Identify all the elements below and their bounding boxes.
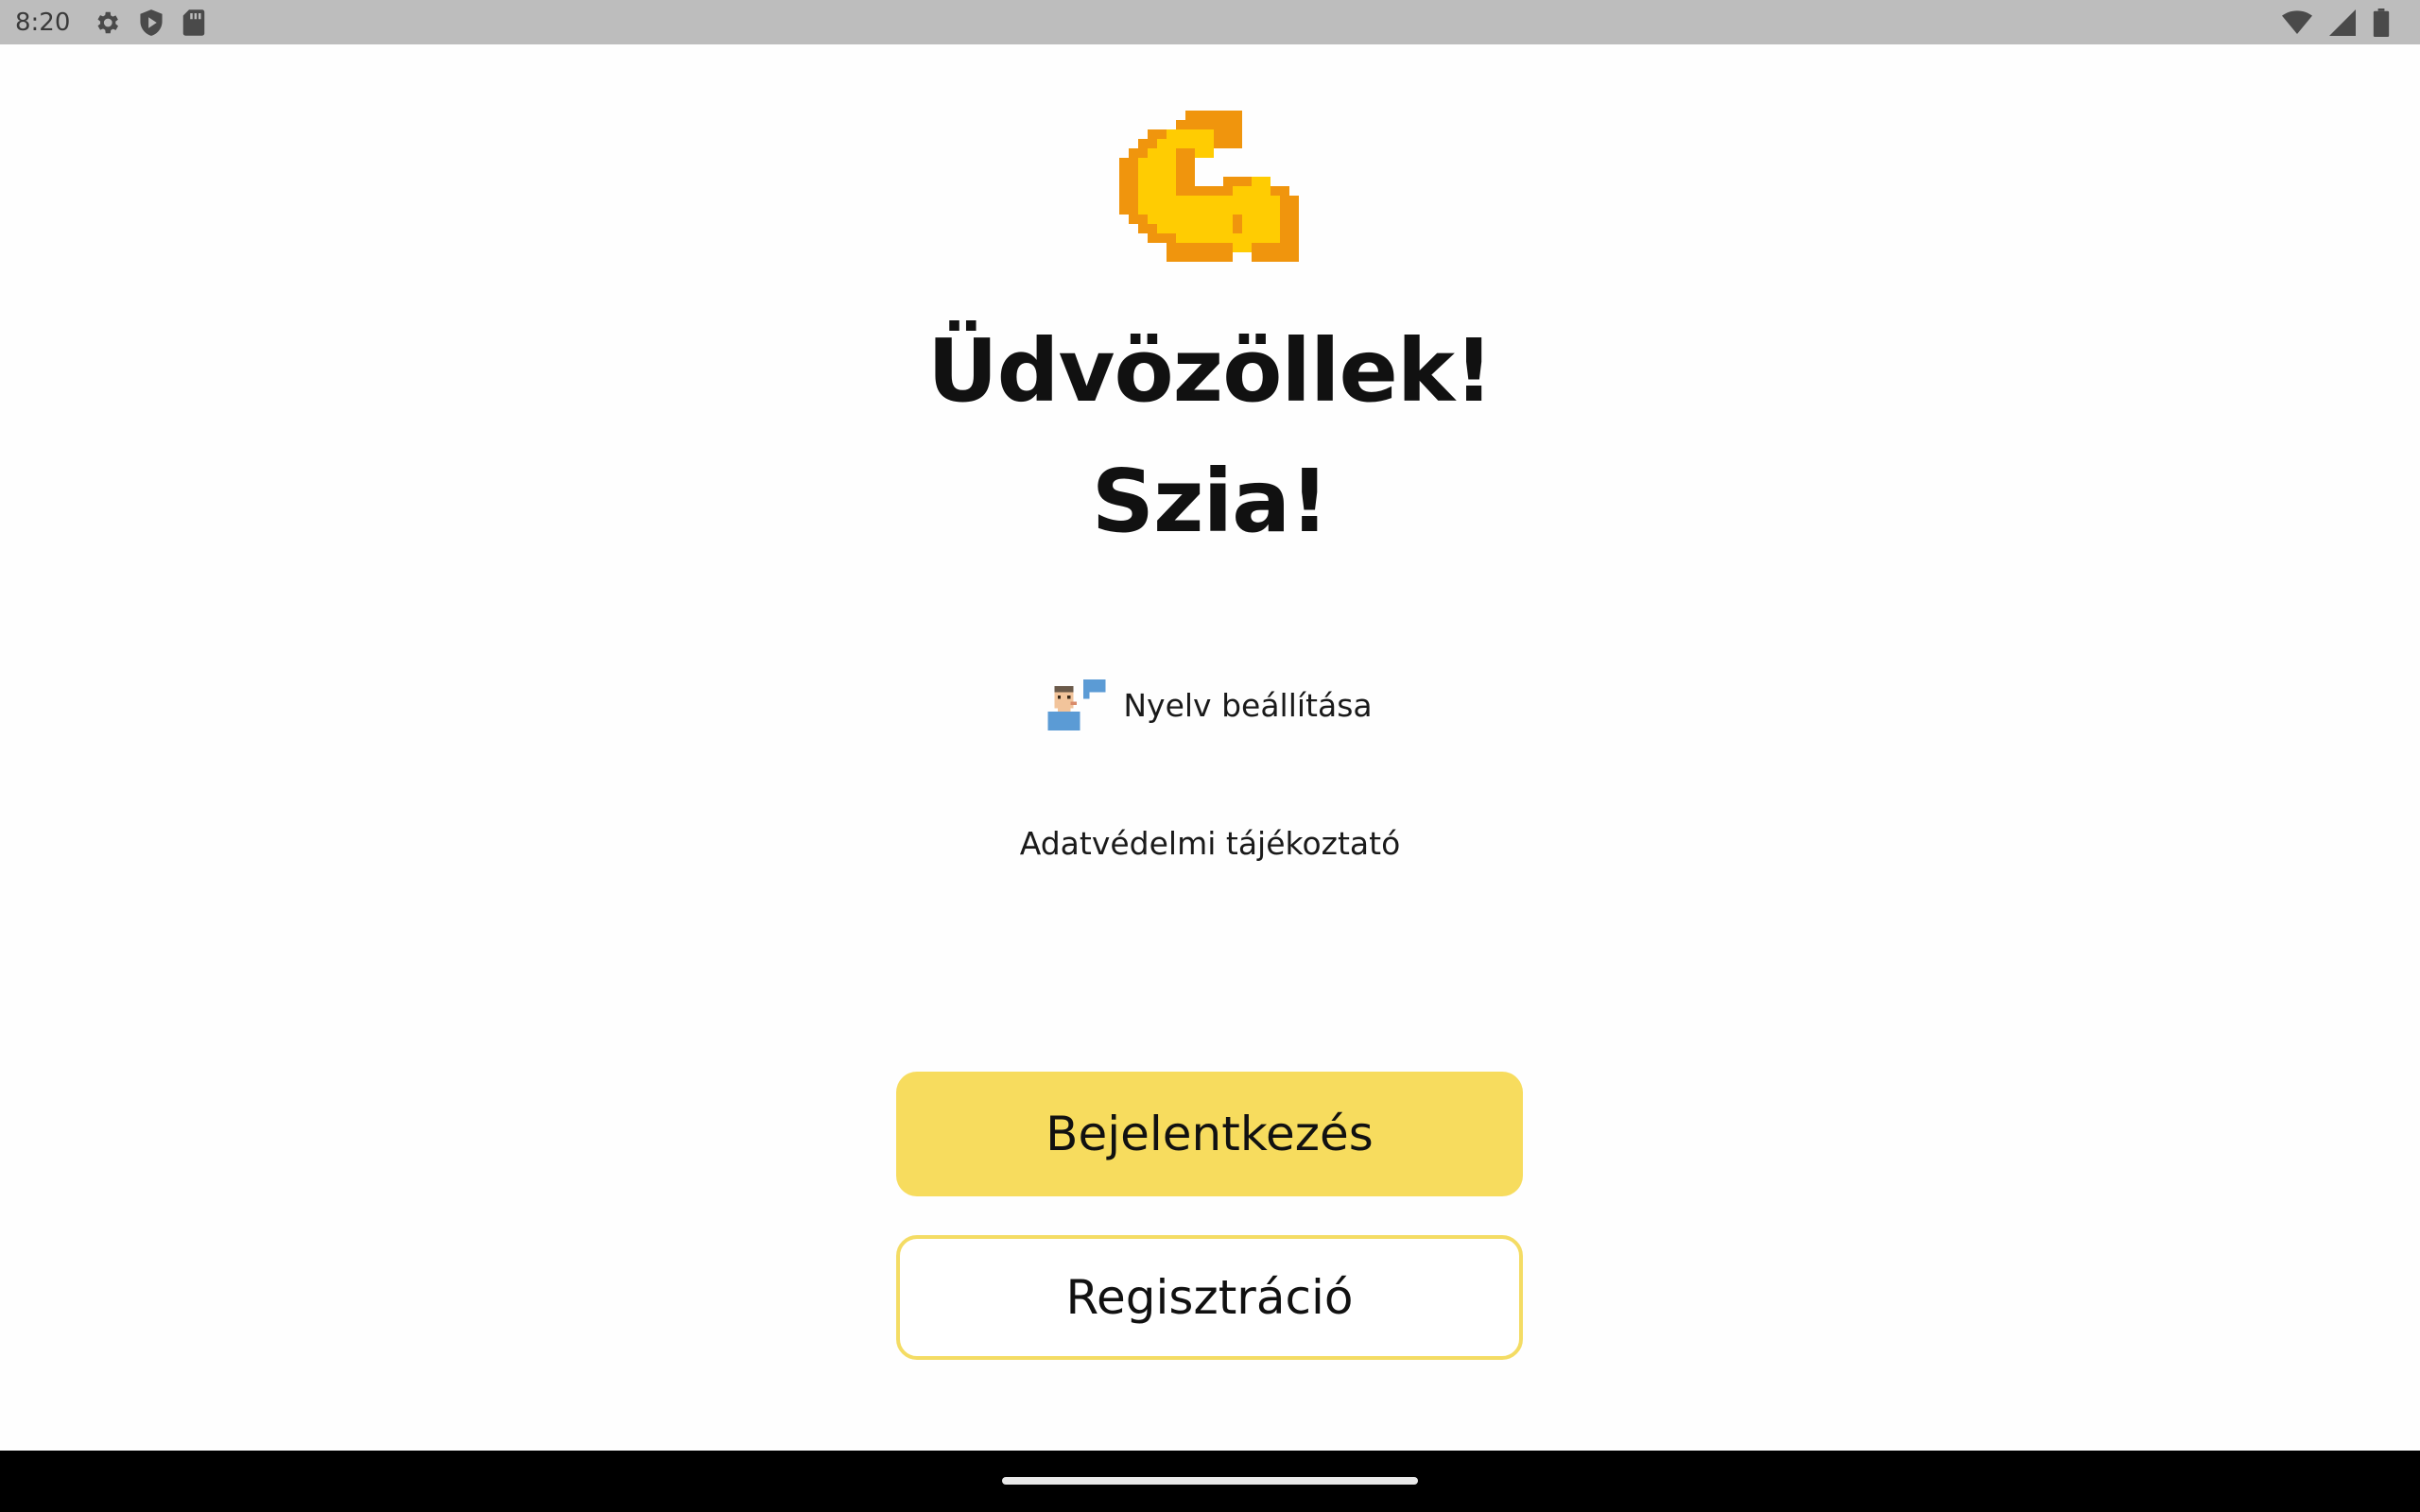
status-time: 8:20: [15, 8, 71, 37]
language-settings-link[interactable]: Nyelv beállítása: [0, 679, 2420, 730]
flexed-biceps-icon: [1119, 111, 1299, 290]
welcome-screen: Üdvözöllek! Szia! Nyelv beállítása Adatv…: [0, 44, 2420, 1451]
wifi-icon: [2282, 9, 2312, 36]
status-bar-left: 8:20: [15, 9, 206, 37]
greeting-subtitle: Szia!: [1091, 451, 1329, 552]
language-settings-label: Nyelv beállítása: [1123, 686, 1373, 724]
status-bar: 8:20: [0, 0, 2420, 44]
shield-play-icon: [138, 9, 164, 37]
home-gesture-handle[interactable]: [1002, 1477, 1418, 1485]
speaking-person-icon: [1047, 679, 1106, 730]
login-button[interactable]: Bejelentkezés: [896, 1072, 1523, 1196]
register-button[interactable]: Regisztráció: [896, 1235, 1523, 1360]
sd-card-icon: [182, 9, 206, 37]
cellular-signal-icon: [2329, 9, 2356, 36]
status-bar-right: [2282, 8, 2390, 37]
privacy-policy-link[interactable]: Adatvédelmi tájékoztató: [0, 825, 2420, 862]
app-screen: 8:20 Üdvözöllek! Szia! Nyelv beállítása …: [0, 0, 2420, 1512]
welcome-title: Üdvözöllek!: [926, 320, 1494, 421]
navigation-bar: [0, 1451, 2420, 1512]
settings-icon: [93, 9, 121, 37]
battery-icon: [2373, 8, 2390, 37]
